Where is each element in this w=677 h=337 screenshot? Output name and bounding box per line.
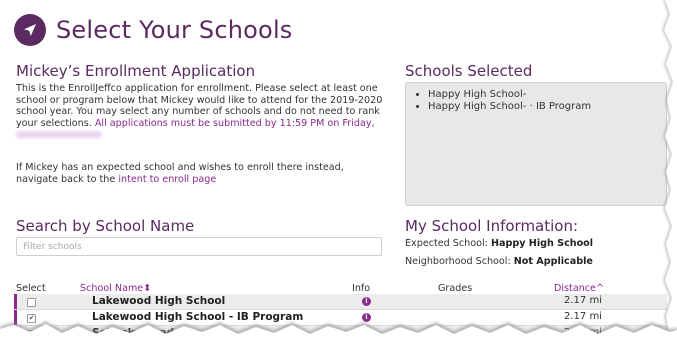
row-marker: [14, 310, 17, 325]
distance-value: 2.33 mi: [564, 327, 602, 337]
schools-selected-box: Happy High School- Happy High School- · …: [405, 82, 667, 206]
row-marker: [14, 294, 17, 309]
neighborhood-school-line: Neighborhood School: Not Applicable: [405, 256, 593, 267]
page-title: Select Your Schools: [56, 16, 293, 44]
selected-school-list: Happy High School- Happy High School- · …: [406, 83, 666, 112]
rocket-icon: [14, 14, 46, 46]
info-icon[interactable]: i: [362, 329, 371, 337]
select-checkbox[interactable]: [27, 330, 36, 337]
application-title: Mickey’s Enrollment Application: [16, 62, 256, 80]
schools-selected-title: Schools Selected: [405, 62, 533, 80]
select-checkbox[interactable]: [27, 298, 36, 307]
redacted-date: [16, 130, 102, 138]
distance-header-label: Distance: [554, 283, 596, 294]
search-section-title: Search by School Name: [16, 217, 195, 235]
table-row: ✔ Lakewood High School - IB Program i 2.…: [14, 310, 667, 326]
school-name[interactable]: Lakewood High School - IB Program: [92, 311, 303, 323]
school-name-column-header[interactable]: School Name⬍: [80, 283, 151, 294]
intent-paragraph: If Mickey has an expected school and wis…: [16, 162, 388, 185]
table-row: Lakewood High School i 2.17 mi: [14, 294, 667, 310]
enrollment-page: Select Your Schools Mickey’s Enrollment …: [0, 0, 677, 337]
distance-column-header[interactable]: Distance^: [554, 283, 604, 294]
selected-school-item: Happy High School-: [428, 89, 666, 101]
grades-column-header: Grades: [438, 283, 473, 294]
info-icon[interactable]: i: [362, 313, 371, 322]
expected-school-value: Happy High School: [490, 238, 594, 249]
selected-school-item: Happy High School- · IB Program: [428, 101, 666, 113]
neighborhood-school-value: Not Applicable: [513, 256, 593, 267]
filter-schools-input[interactable]: [16, 237, 382, 256]
deadline-text: All applications must be submitted by 11…: [94, 117, 375, 129]
school-table-body: Lakewood High School i 2.17 mi ✔ Lakewoo…: [14, 294, 667, 337]
distance-value: 2.17 mi: [564, 295, 602, 306]
neighborhood-school-label: Neighborhood School:: [405, 256, 511, 267]
school-name[interactable]: Sobesky Academy: [92, 327, 199, 337]
distance-value: 2.17 mi: [564, 311, 602, 322]
info-icon[interactable]: i: [362, 297, 371, 306]
expected-school-label: Expected School:: [405, 238, 488, 249]
sort-ascending-icon: ^: [595, 283, 604, 294]
info-column-header: Info: [352, 283, 371, 294]
select-column-header: Select: [16, 283, 46, 294]
my-school-info-title: My School Information:: [405, 217, 579, 235]
application-intro: This is the EnrollJeffco application for…: [16, 83, 388, 141]
intent-to-enroll-link[interactable]: intent to enroll page: [118, 174, 216, 185]
school-name-header-label: School Name: [80, 283, 144, 294]
school-name[interactable]: Lakewood High School: [92, 295, 225, 307]
sort-icon: ⬍: [143, 283, 152, 294]
expected-school-line: Expected School: Happy High School: [405, 238, 593, 249]
row-marker: [14, 326, 17, 337]
page-header: Select Your Schools: [14, 12, 293, 48]
table-row: Sobesky Academy i 2.33 mi: [14, 326, 667, 337]
select-checkbox[interactable]: ✔: [27, 314, 36, 323]
